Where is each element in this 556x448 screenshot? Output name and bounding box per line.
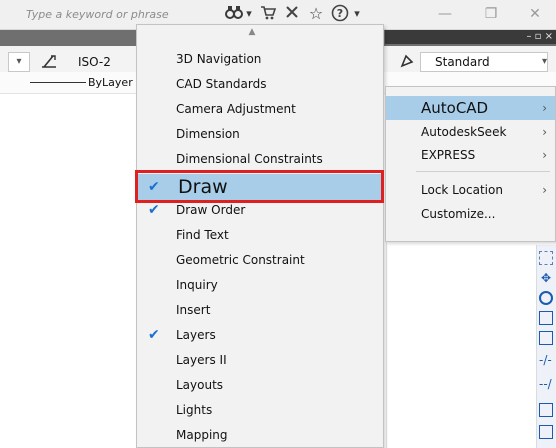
menu-separator (416, 171, 550, 172)
minimize-button[interactable]: — (430, 2, 460, 26)
menu-item-camera-adjustment[interactable]: Camera Adjustment (137, 97, 383, 122)
menu-item-lights[interactable]: Lights (137, 398, 383, 423)
context-item-label: EXPRESS (421, 148, 476, 162)
context-item-lock-location[interactable]: Lock Location › (386, 178, 555, 202)
context-item-label: AutodeskSeek (421, 125, 507, 139)
menu-item-layers[interactable]: ✔ Layers (137, 323, 383, 348)
context-item-express[interactable]: EXPRESS › (386, 143, 555, 167)
context-item-autodeskseek[interactable]: AutodeskSeek › (386, 120, 555, 144)
menu-item-label: Inquiry (176, 278, 218, 292)
menu-item-inquiry[interactable]: Inquiry (137, 273, 383, 298)
context-item-label: Lock Location (421, 183, 503, 197)
context-item-customize-[interactable]: Customize... (386, 202, 555, 226)
dim-style-select[interactable]: ISO-2 (62, 52, 136, 72)
scroll-up-icon[interactable]: ▲ (237, 27, 267, 37)
menu-item-label: Insert (176, 303, 211, 317)
context-item-label: AutoCAD (421, 99, 489, 117)
toolbar-context-menu: AutoCAD › AutodeskSeek › EXPRESS › Lock Locati… (385, 86, 556, 242)
menu-item-find-text[interactable]: Find Text (137, 223, 383, 248)
svg-text:?: ? (337, 7, 343, 20)
binoculars-icon[interactable] (224, 4, 244, 24)
submenu-arrow-icon: › (542, 101, 547, 115)
menu-item-layouts[interactable]: Layouts (137, 373, 383, 398)
menu-item-label: Find Text (176, 228, 229, 242)
trim-icon[interactable]: -/- (539, 353, 553, 367)
menu-item-label: CAD Standards (176, 77, 267, 91)
menu-item-mapping[interactable]: Mapping (137, 423, 383, 448)
close-button[interactable]: ✕ (520, 2, 550, 26)
extend-icon[interactable]: --/ (539, 377, 553, 391)
menu-item-label: 3D Navigation (176, 52, 262, 66)
x-icon[interactable] (282, 4, 302, 24)
submenu-arrow-icon: › (542, 148, 547, 162)
scale-icon[interactable] (539, 331, 553, 345)
cart-icon[interactable] (257, 4, 279, 24)
ribbon-window-controls[interactable]: – ▫ × (513, 30, 553, 44)
context-item-label: Customize... (421, 207, 496, 221)
dropdown-arrow-icon[interactable]: ▾ (542, 52, 552, 72)
menu-item-label: Layers II (176, 353, 227, 367)
menu-item-layers-ii[interactable]: Layers II (137, 348, 383, 373)
toolbars-submenu: ▲ 3D Navigation CAD Standards Camera Adjus… (135, 24, 384, 448)
restore-button[interactable]: ❐ (476, 2, 506, 26)
search-input[interactable]: Type a keyword or phrase (26, 5, 176, 25)
check-icon: ✔ (148, 327, 160, 343)
fillet-icon[interactable] (539, 425, 553, 439)
help-icon[interactable]: ? (330, 4, 350, 24)
layer-select[interactable]: ByLayer (88, 74, 136, 92)
window-select-icon[interactable] (539, 251, 553, 265)
tool-palette: ✥ -/- --/ (536, 245, 556, 448)
text-style-icon[interactable] (398, 52, 416, 72)
menu-item-label: Geometric Constraint (176, 253, 305, 267)
submenu-arrow-icon: › (542, 183, 547, 197)
menu-item-dimensional-constraints[interactable]: Dimensional Constraints (137, 147, 383, 172)
menu-item-3d-navigation[interactable]: 3D Navigation (137, 47, 383, 72)
drawing-area (386, 242, 556, 448)
rotate-icon[interactable] (539, 291, 553, 305)
linetype-preview (30, 82, 86, 83)
menu-item-label: Lights (176, 403, 213, 417)
menu-item-label: Layouts (176, 378, 224, 392)
dropdown-arrow-icon[interactable]: ▾ (352, 4, 362, 24)
dropdown-arrow-icon[interactable]: ▾ (8, 52, 30, 72)
star-icon[interactable]: ☆ (306, 4, 326, 24)
menu-item-cad-standards[interactable]: CAD Standards (137, 72, 383, 97)
copy-icon[interactable] (539, 311, 553, 325)
move-icon[interactable]: ✥ (539, 271, 553, 285)
text-style-select[interactable]: Standard (420, 52, 548, 72)
dimension-style-icon[interactable] (40, 52, 58, 72)
menu-item-insert[interactable]: Insert (137, 298, 383, 323)
menu-item-geometric-constraint[interactable]: Geometric Constraint (137, 248, 383, 273)
menu-item-label: Mapping (176, 428, 228, 442)
menu-item-dimension[interactable]: Dimension (137, 122, 383, 147)
dropdown-arrow-icon[interactable]: ▾ (244, 4, 254, 24)
menu-item-label: Dimensional Constraints (176, 152, 323, 166)
highlight-annotation (135, 170, 384, 203)
menu-item-label: Camera Adjustment (176, 102, 296, 116)
stretch-icon[interactable] (539, 403, 553, 417)
menu-item-label: Layers (176, 328, 216, 342)
submenu-arrow-icon: › (542, 125, 547, 139)
menu-item-label: Dimension (176, 127, 240, 141)
context-item-autocad[interactable]: AutoCAD › (386, 96, 555, 120)
